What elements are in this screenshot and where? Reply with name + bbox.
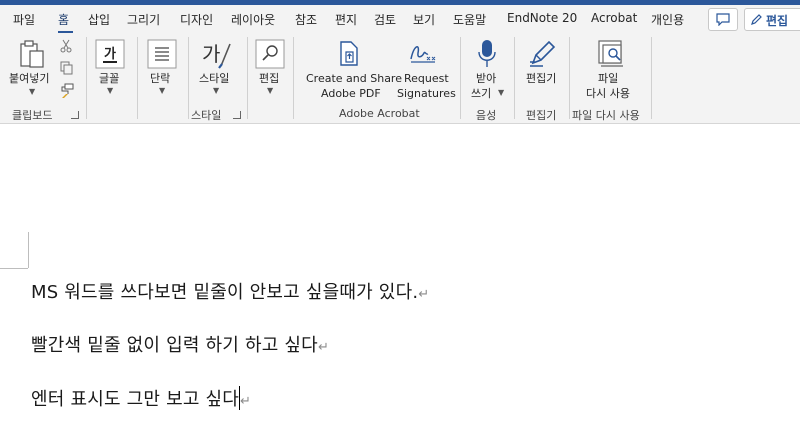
tab-acrobat[interactable]: Acrobat xyxy=(591,11,637,25)
paragraph-mark-icon: ↵ xyxy=(418,287,430,302)
group-divider xyxy=(651,37,652,119)
microphone-icon xyxy=(478,40,496,67)
styles-label: 스타일 xyxy=(199,72,230,85)
tab-layout[interactable]: 레이아웃 xyxy=(231,11,275,28)
paragraph-text: MS 워드를 쓰다보면 밑줄이 안보고 싶을때가 있다. xyxy=(31,282,419,303)
editor-pen-icon xyxy=(530,40,556,67)
editing-mode-button[interactable]: 편집 xyxy=(744,8,800,31)
tab-endnote[interactable]: EndNote 20 xyxy=(507,11,577,25)
tab-personal[interactable]: 개인용 xyxy=(651,11,684,28)
tab-review[interactable]: 검토 xyxy=(374,11,396,28)
paragraph-dropdown-icon: ▼ xyxy=(159,86,166,95)
editing-mode-label: 편집 xyxy=(766,14,789,28)
comments-button[interactable] xyxy=(708,8,738,31)
paragraph-icon xyxy=(147,39,177,69)
styles-dialog-launcher[interactable] xyxy=(233,111,241,119)
styles-dropdown-icon: ▼ xyxy=(213,86,220,95)
tab-mailings[interactable]: 편지 xyxy=(335,11,357,28)
editing-label: 편집 xyxy=(259,72,280,85)
request-signatures-line2: Signatures xyxy=(397,87,456,100)
clipboard-group-label: 클립보드 xyxy=(12,109,53,122)
cut-icon[interactable] xyxy=(60,39,72,53)
paragraph-text: 빨간색 밑줄 없이 입력 하기 하고 싶다 xyxy=(31,335,318,356)
tab-design[interactable]: 디자인 xyxy=(180,11,213,28)
svg-text:가: 가 xyxy=(104,47,116,62)
tab-help[interactable]: 도움말 xyxy=(453,11,486,28)
clipboard-dialog-launcher[interactable] xyxy=(71,111,79,119)
comment-icon xyxy=(716,13,730,26)
paste-label: 붙여넣기 xyxy=(9,72,50,85)
create-share-line2: Adobe PDF xyxy=(321,87,381,100)
create-share-line1: Create and Share xyxy=(306,72,402,85)
styles-icon: 가 xyxy=(202,42,231,69)
create-pdf-icon xyxy=(340,41,358,66)
paragraph-label: 단락 xyxy=(150,72,171,85)
reuse-files-icon xyxy=(598,40,623,67)
tab-insert[interactable]: 삽입 xyxy=(88,11,110,28)
dictate-dropdown-icon: ▼ xyxy=(498,88,505,97)
group-divider xyxy=(569,37,570,119)
reuse-files-group-label: 파일 다시 사용 xyxy=(572,109,640,122)
ribbon: 붙여넣기 ▼ 클립보드 가 글꼴 ▼ 단락 ▼ 가 스타일 ▼ 스타일 편집 ▼… xyxy=(0,33,800,124)
styles-group-label: 스타일 xyxy=(191,109,222,122)
editor-group-label: 편집기 xyxy=(526,109,557,122)
group-divider xyxy=(460,37,461,119)
dictate-line1: 받아 xyxy=(476,72,497,85)
paste-icon xyxy=(20,40,44,68)
request-signatures-line1: Request xyxy=(404,72,449,85)
tab-home[interactable]: 홈 xyxy=(58,11,69,28)
font-label: 글꼴 xyxy=(99,72,120,85)
group-divider xyxy=(514,37,515,119)
ribbon-tab-bar: 파일 홈 삽입 그리기 디자인 레이아웃 참조 편지 검토 보기 도움말 End… xyxy=(0,5,800,33)
font-dropdown-icon: ▼ xyxy=(107,86,114,95)
find-icon xyxy=(255,39,285,69)
group-divider xyxy=(137,37,138,119)
pencil-icon xyxy=(751,14,762,25)
adobe-acrobat-group-label: Adobe Acrobat xyxy=(339,107,420,120)
format-painter-icon[interactable] xyxy=(59,83,75,99)
tab-draw[interactable]: 그리기 xyxy=(127,11,160,28)
document-paragraph[interactable]: 빨간색 밑줄 없이 입력 하기 하고 싶다↵ xyxy=(31,331,329,357)
paragraph-mark-icon: ↵ xyxy=(240,394,252,409)
dictate-line2: 쓰기 xyxy=(471,87,492,100)
editing-dropdown-icon: ▼ xyxy=(267,86,274,95)
group-divider xyxy=(247,37,248,119)
signature-icon xyxy=(410,46,436,63)
tab-file[interactable]: 파일 xyxy=(13,11,35,28)
paragraph-text: 엔터 표시도 그만 보고 싶다 xyxy=(31,389,240,410)
document-paragraph[interactable]: MS 워드를 쓰다보면 밑줄이 안보고 싶을때가 있다.↵ xyxy=(31,278,429,304)
copy-icon[interactable] xyxy=(60,61,74,75)
svg-text:가: 가 xyxy=(202,42,220,66)
paragraph-mark-icon: ↵ xyxy=(317,340,330,355)
reuse-files-line2: 다시 사용 xyxy=(586,87,630,100)
paste-dropdown-icon[interactable]: ▼ xyxy=(29,87,35,96)
group-divider xyxy=(188,37,189,119)
group-divider xyxy=(86,37,87,119)
tab-references[interactable]: 참조 xyxy=(295,11,317,28)
margin-corner-mark xyxy=(28,232,29,268)
margin-corner-mark xyxy=(0,268,28,269)
tab-view[interactable]: 보기 xyxy=(413,11,435,28)
group-divider xyxy=(293,37,294,119)
font-icon: 가 xyxy=(95,39,125,69)
reuse-files-line1: 파일 xyxy=(598,72,619,85)
editor-label: 편집기 xyxy=(526,72,557,85)
document-paragraph[interactable]: 엔터 표시도 그만 보고 싶다↵ xyxy=(31,385,251,411)
voice-group-label: 음성 xyxy=(476,109,497,122)
